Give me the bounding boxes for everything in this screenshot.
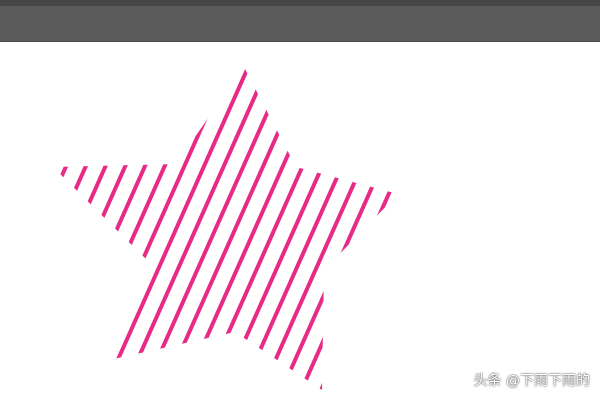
app-window: 头条 @下雨下雨的 [0, 0, 600, 400]
watermark-text: 头条 @下雨下雨的 [473, 373, 590, 389]
top-toolbar [0, 0, 600, 42]
document-canvas[interactable] [0, 43, 600, 400]
